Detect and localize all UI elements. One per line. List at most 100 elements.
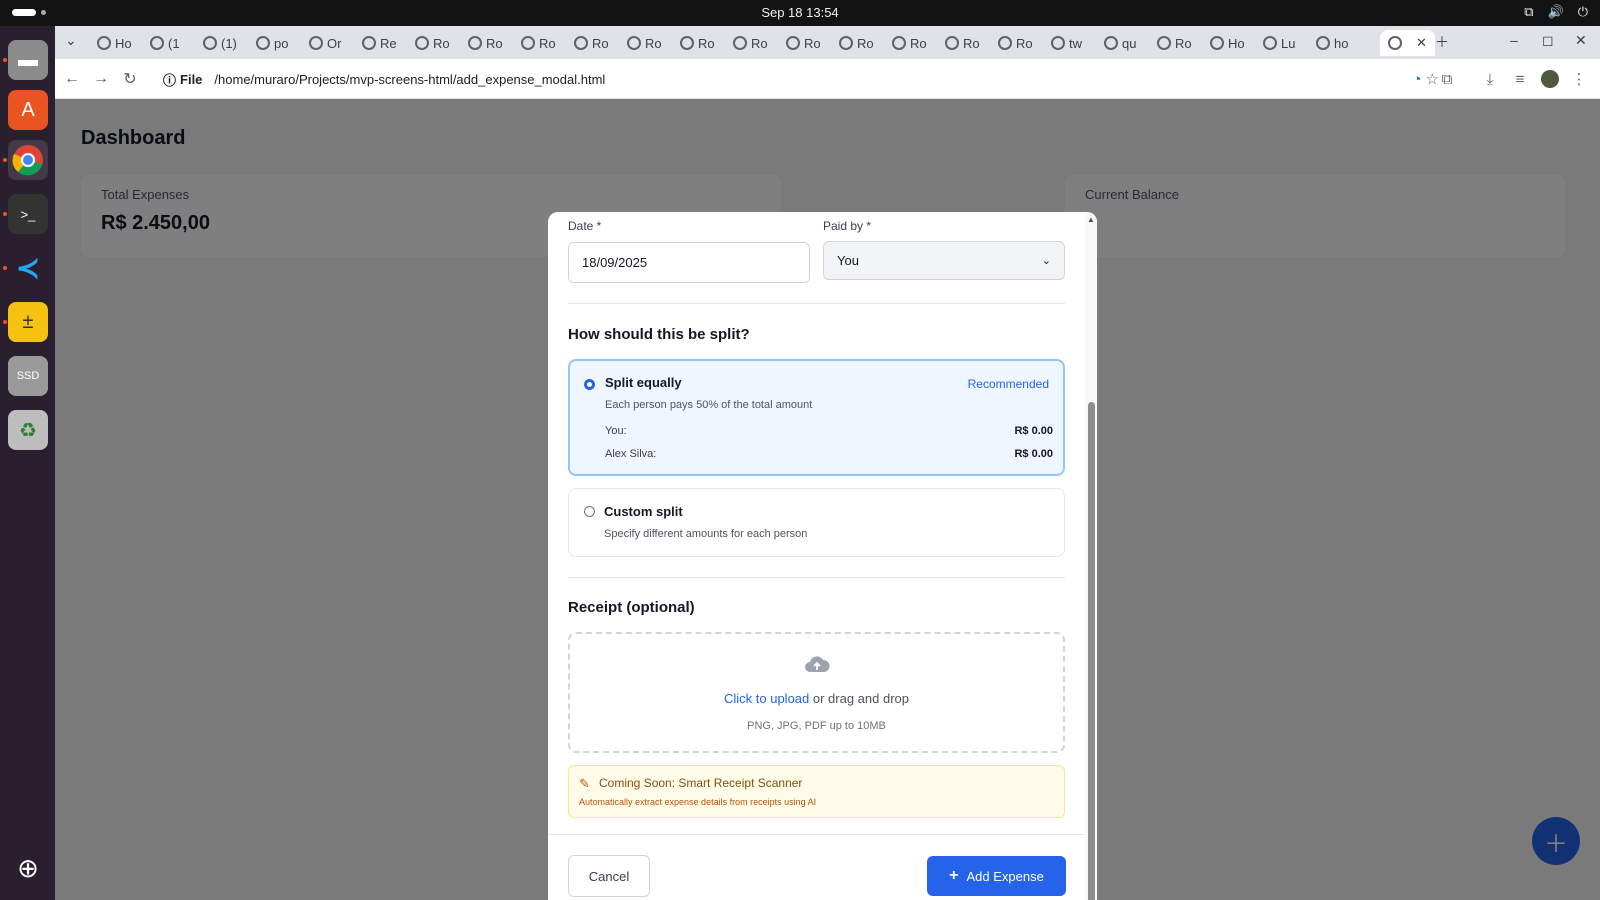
browser-tab[interactable]: qu xyxy=(1098,30,1136,56)
upload-instructions: Click to upload or drag and drop xyxy=(570,691,1063,706)
minimize-icon[interactable]: – xyxy=(1510,32,1518,48)
split-equally-option[interactable]: Split equally Recommended Each person pa… xyxy=(568,359,1065,476)
terminal-icon[interactable]: >_ xyxy=(8,194,48,234)
system-top-bar: Sep 18 13:54 ⧉ 🔊 ⏻ xyxy=(0,0,1600,26)
date-input[interactable]: 18/09/2025 xyxy=(568,242,810,283)
tab-label: Ro xyxy=(486,35,503,51)
browser-tab[interactable]: Re xyxy=(356,30,397,56)
browser-tab[interactable]: Ro xyxy=(780,30,821,56)
browser-tab[interactable]: Ro xyxy=(992,30,1033,56)
tab-favicon-icon xyxy=(468,36,482,50)
downloads-icon[interactable]: ⤓ xyxy=(1480,69,1500,89)
browser-tab[interactable]: Ro xyxy=(674,30,715,56)
network-icon[interactable]: ⧉ xyxy=(1524,4,1533,20)
browser-tab[interactable]: tw xyxy=(1045,30,1082,56)
cancel-button[interactable]: Cancel xyxy=(568,855,650,897)
profile-avatar[interactable] xyxy=(1540,69,1560,89)
show-apps-icon[interactable]: ⊕ xyxy=(8,848,48,888)
browser-tab[interactable]: Ro xyxy=(1151,30,1192,56)
browser-tab[interactable]: Ho xyxy=(1204,30,1245,56)
browser-tab[interactable]: ho xyxy=(1310,30,1348,56)
restore-icon[interactable]: ◻ xyxy=(1542,32,1554,49)
scroll-thumb[interactable] xyxy=(1088,402,1095,900)
split-equally-radio[interactable] xyxy=(584,379,595,390)
divider xyxy=(568,303,1065,304)
coming-soon-title: Coming Soon: Smart Receipt Scanner xyxy=(599,776,803,790)
split-equally-title: Split equally xyxy=(605,375,682,390)
tab-strip: ⌄ Ho (1 (1) po Or Re Ro Ro Ro Ro Ro Ro Ro Ro Ro Ro Ro Ro t… xyxy=(55,26,1600,59)
close-tab-icon[interactable]: ✕ xyxy=(1416,35,1427,51)
extension-chat-icon[interactable]: ◔ xyxy=(1407,69,1427,89)
click-to-upload-link[interactable]: Click to upload xyxy=(724,691,809,706)
tab-favicon-icon xyxy=(1388,36,1402,50)
browser-tab[interactable]: Lu xyxy=(1257,30,1295,56)
browser-tab[interactable]: Ro xyxy=(409,30,450,56)
site-info-button[interactable]: ⓘ File xyxy=(163,70,202,89)
browser-tab[interactable]: Ro xyxy=(621,30,662,56)
tab-favicon-icon xyxy=(945,36,959,50)
tab-label: Ho xyxy=(1228,35,1245,51)
tab-favicon-icon xyxy=(521,36,535,50)
tab-label: po xyxy=(274,35,289,51)
calculator-icon[interactable]: ± xyxy=(8,302,48,342)
tab-favicon-icon xyxy=(892,36,906,50)
browser-tab[interactable]: po xyxy=(250,30,288,56)
split-person-name: You: xyxy=(605,425,627,437)
browser-tab[interactable]: Ro xyxy=(568,30,609,56)
page-content: Dashboard Total Expenses R$ 2.450,00 Cur… xyxy=(55,99,1600,900)
browser-tab[interactable]: (1) xyxy=(197,30,237,56)
custom-split-title: Custom split xyxy=(604,504,683,519)
volume-icon[interactable]: 🔊 xyxy=(1548,4,1564,20)
chrome-icon[interactable] xyxy=(8,140,48,180)
coming-soon-description: Automatically extract expense details fr… xyxy=(579,797,817,807)
add-expense-label: Add Expense xyxy=(966,868,1044,884)
tab-label: ho xyxy=(1334,35,1349,51)
browser-tab[interactable]: Ro xyxy=(462,30,503,56)
power-icon[interactable]: ⏻ xyxy=(1578,4,1588,20)
ssd-drive-icon[interactable]: SSD xyxy=(8,356,48,396)
tab-favicon-icon xyxy=(680,36,694,50)
modal-scrollbar[interactable]: ▲ ▼ xyxy=(1085,212,1097,900)
paid-by-select[interactable]: You ⌄ xyxy=(823,241,1065,280)
scroll-up-icon[interactable]: ▲ xyxy=(1087,215,1095,224)
tab-active[interactable]: ✕ xyxy=(1380,30,1435,56)
receipt-upload-dropzone[interactable]: Click to upload or drag and drop PNG, JP… xyxy=(568,632,1065,753)
browser-tab[interactable]: Or xyxy=(303,30,341,56)
tab-favicon-icon xyxy=(839,36,853,50)
trash-icon[interactable]: ♻ xyxy=(8,410,48,450)
reload-icon[interactable]: ↻ xyxy=(119,68,141,90)
system-clock[interactable]: Sep 18 13:54 xyxy=(0,5,1600,20)
browser-tab[interactable]: Ro xyxy=(515,30,556,56)
app-center-icon[interactable]: A xyxy=(8,90,48,130)
tab-favicon-icon xyxy=(1210,36,1224,50)
chevron-down-icon: ⌄ xyxy=(1041,255,1051,267)
browser-tab[interactable]: Ro xyxy=(939,30,980,56)
menu-icon[interactable]: ⋮ xyxy=(1569,69,1589,89)
tab-favicon-icon xyxy=(203,36,217,50)
add-expense-button[interactable]: + Add Expense xyxy=(927,856,1066,896)
address-scheme: File xyxy=(180,71,203,87)
browser-tab[interactable]: (1 xyxy=(144,30,180,56)
info-icon: ⓘ xyxy=(163,72,177,88)
tab-search-icon[interactable]: ⌄ xyxy=(65,32,77,49)
tab-favicon-icon xyxy=(150,36,164,50)
tab-label: Ro xyxy=(804,35,821,51)
browser-tab[interactable]: Ro xyxy=(727,30,768,56)
custom-split-option[interactable]: Custom split Specify different amounts f… xyxy=(568,488,1065,557)
extensions-icon[interactable]: ⧉ xyxy=(1437,69,1457,89)
upload-file-hint: PNG, JPG, PDF up to 10MB xyxy=(747,720,886,732)
close-window-icon[interactable]: ✕ xyxy=(1575,32,1587,49)
custom-split-radio[interactable] xyxy=(584,506,595,517)
back-icon[interactable]: ← xyxy=(61,68,83,90)
new-tab-icon[interactable]: ＋ xyxy=(1435,32,1449,52)
browser-tab[interactable]: Ro xyxy=(833,30,874,56)
address-bar[interactable]: ⓘ File /home/muraro/Projects/mvp-screens… xyxy=(155,63,1445,95)
vscode-icon[interactable]: ≺ xyxy=(8,248,48,288)
browser-tab[interactable]: Ro xyxy=(886,30,927,56)
modal-body: Date * 18/09/2025 Paid by * You ⌄ How sh… xyxy=(548,212,1085,834)
browser-tab[interactable]: Ho xyxy=(91,30,132,56)
media-controls-icon[interactable]: ≡ xyxy=(1510,69,1530,89)
files-icon[interactable]: ▬ xyxy=(8,40,48,80)
browser-window: ⌄ Ho (1 (1) po Or Re Ro Ro Ro Ro Ro Ro Ro Ro Ro Ro Ro Ro t… xyxy=(55,26,1600,900)
forward-icon[interactable]: → xyxy=(90,68,112,90)
